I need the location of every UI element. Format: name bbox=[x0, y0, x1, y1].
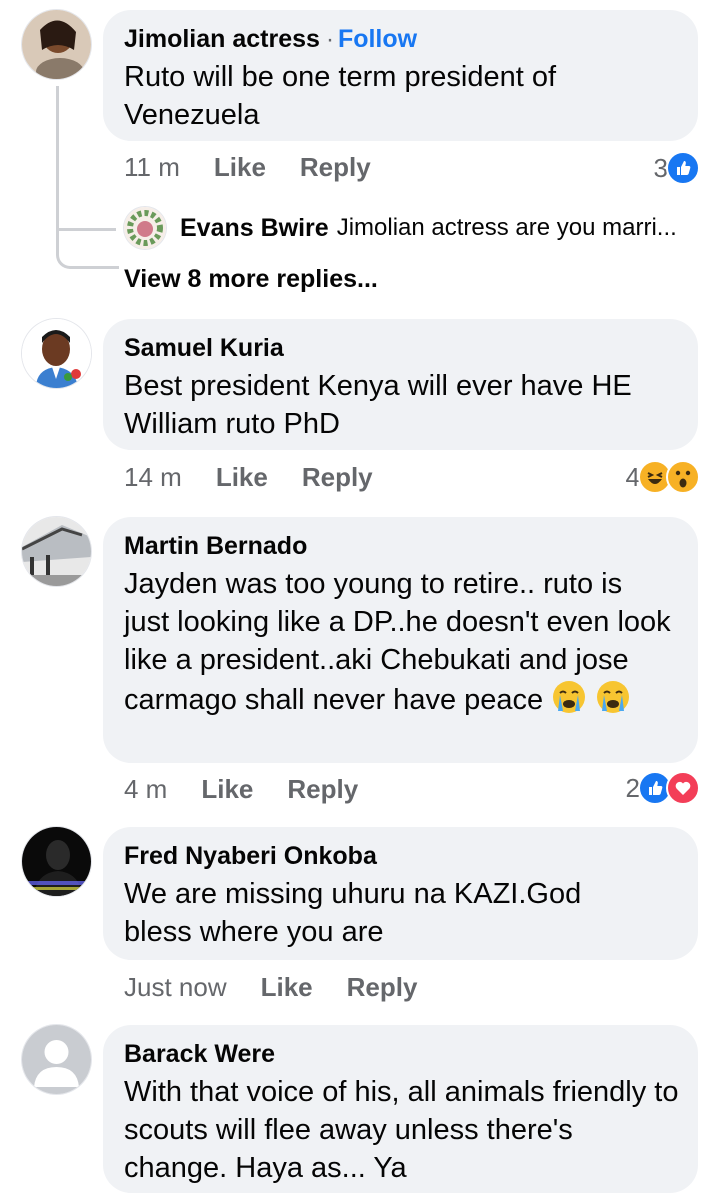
reply-button[interactable]: Reply bbox=[302, 462, 373, 493]
avatar[interactable] bbox=[22, 10, 91, 79]
timestamp[interactable]: 11 m bbox=[124, 152, 180, 183]
avatar[interactable] bbox=[22, 1025, 91, 1094]
timestamp[interactable]: Just now bbox=[124, 972, 227, 1003]
reply-preview[interactable]: Evans Bwire Jimolian actress are you mar… bbox=[124, 207, 677, 249]
timestamp[interactable]: 4 m bbox=[124, 774, 167, 805]
view-more-replies-link[interactable]: View 8 more replies... bbox=[124, 265, 378, 294]
reaction-summary[interactable]: 3 bbox=[654, 151, 700, 185]
reply-button[interactable]: Reply bbox=[287, 774, 358, 805]
crying-face-icon bbox=[551, 679, 587, 725]
author-name[interactable]: Fred Nyaberi Onkoba bbox=[124, 842, 377, 870]
avatar[interactable] bbox=[22, 319, 91, 388]
follow-button[interactable]: Follow bbox=[338, 25, 417, 53]
comment-text: We are missing uhuru na KAZI.God bless w… bbox=[124, 878, 582, 948]
thread-branch bbox=[56, 200, 116, 231]
crying-face-icon bbox=[595, 679, 631, 725]
reaction-summary[interactable]: 2 bbox=[626, 771, 700, 805]
wow-icon bbox=[666, 460, 700, 494]
comment-actions: Just now Like Reply bbox=[124, 972, 451, 1003]
comment-actions: 14 m Like Reply bbox=[124, 462, 407, 493]
comment-text: With that voice of his, all animals frie… bbox=[124, 1076, 679, 1184]
thread-line bbox=[56, 86, 119, 269]
avatar[interactable] bbox=[22, 827, 91, 896]
separator-dot: · bbox=[325, 26, 334, 53]
like-button[interactable]: Like bbox=[214, 152, 266, 183]
author-name[interactable]: Jimolian actress bbox=[124, 25, 320, 53]
comment-bubble: Fred Nyaberi Onkoba We are missing uhuru… bbox=[103, 827, 698, 960]
reply-snippet: Jimolian actress are you marri... bbox=[336, 214, 677, 241]
comment-bubble: Martin Bernado Jayden was too young to r… bbox=[103, 517, 698, 763]
author-name[interactable]: Barack Were bbox=[124, 1040, 275, 1068]
comment-text-content: Jayden was too young to retire.. ruto is… bbox=[124, 568, 671, 716]
timestamp[interactable]: 14 m bbox=[124, 462, 182, 493]
love-icon bbox=[666, 771, 700, 805]
like-button[interactable]: Like bbox=[216, 462, 268, 493]
comment-text: Jayden was too young to retire.. ruto is… bbox=[124, 565, 674, 725]
comment-text: Ruto will be one term president of Venez… bbox=[124, 61, 556, 131]
comment-actions: 11 m Like Reply bbox=[124, 152, 405, 183]
like-icon bbox=[666, 151, 700, 185]
reply-author: Evans Bwire bbox=[180, 213, 329, 242]
comment-actions: 4 m Like Reply bbox=[124, 774, 392, 805]
author-name[interactable]: Martin Bernado bbox=[124, 532, 307, 560]
comment-text: Best president Kenya will ever have HE W… bbox=[124, 370, 632, 440]
comment-bubble: Jimolian actress · Follow Ruto will be one… bbox=[103, 10, 698, 141]
reaction-summary[interactable]: 4 bbox=[626, 460, 700, 494]
reply-avatar bbox=[124, 207, 166, 249]
avatar[interactable] bbox=[22, 517, 91, 586]
like-button[interactable]: Like bbox=[201, 774, 253, 805]
reply-button[interactable]: Reply bbox=[347, 972, 418, 1003]
reply-button[interactable]: Reply bbox=[300, 152, 371, 183]
like-button[interactable]: Like bbox=[261, 972, 313, 1003]
author-name[interactable]: Samuel Kuria bbox=[124, 334, 284, 362]
comment-bubble: Barack Were With that voice of his, all … bbox=[103, 1025, 698, 1193]
comment-bubble: Samuel Kuria Best president Kenya will e… bbox=[103, 319, 698, 450]
